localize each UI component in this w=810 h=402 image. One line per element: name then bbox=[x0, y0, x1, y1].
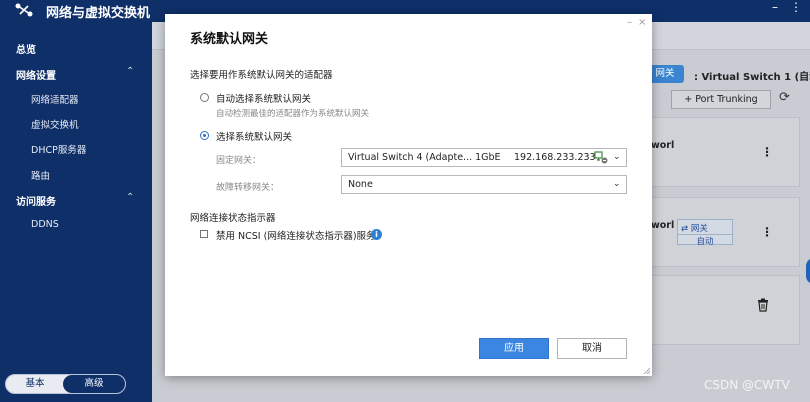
dialog-title: 系统默认网关 bbox=[190, 32, 269, 47]
sidebar-item-dhcp-server[interactable]: DHCP服务器 bbox=[31, 142, 86, 156]
auto-gateway-label: 自动选择系统默认网关 bbox=[216, 94, 312, 105]
failover-gateway-label: 故障转移网关： bbox=[216, 183, 280, 193]
info-icon[interactable]: i bbox=[371, 229, 382, 240]
chevron-down-icon: ⌄ bbox=[613, 152, 621, 162]
gateway-auto: 自动 bbox=[678, 234, 732, 247]
fixed-gateway-ip: 192.168.233.233 bbox=[514, 152, 596, 163]
adapter-card: worl ⇄ 网关 自动 ⋮ bbox=[650, 197, 800, 267]
fixed-gateway-value: Virtual Switch 4 (Adapte... 1GbE bbox=[348, 152, 501, 163]
resize-grip-icon[interactable] bbox=[642, 366, 650, 374]
more-options-icon[interactable]: ⋮ bbox=[790, 0, 802, 14]
radio-auto-gateway[interactable] bbox=[200, 93, 209, 102]
network-switch-icon bbox=[15, 3, 33, 17]
dialog-minimize-icon[interactable]: – bbox=[627, 17, 632, 28]
cancel-button[interactable]: 取消 bbox=[557, 338, 627, 359]
sidebar-item-access-services[interactable]: 访问服务 bbox=[16, 193, 56, 208]
app-title: 网络与虚拟交换机 bbox=[46, 6, 151, 21]
default-gateway-dialog: – × 系统默认网关 选择要用作系统默认网关的适配器 自动选择系统默认网关 自动… bbox=[165, 14, 652, 376]
kebab-menu-icon[interactable]: ⋮ bbox=[761, 145, 773, 159]
kebab-menu-icon[interactable]: ⋮ bbox=[761, 225, 773, 239]
manual-gateway-label: 选择系统默认网关 bbox=[216, 132, 293, 143]
sidebar-item-virtual-switch[interactable]: 虚拟交换机 bbox=[31, 117, 79, 131]
mode-advanced-button[interactable]: 高级 bbox=[63, 375, 125, 393]
sidebar: 总览 网络设置 ⌃ 网络适配器 虚拟交换机 DHCP服务器 路由 访问服务 ⌃ … bbox=[0, 22, 152, 402]
failover-gateway-select[interactable]: None ⌄ bbox=[341, 175, 627, 194]
side-handle[interactable] bbox=[806, 258, 810, 284]
port-trunking-button[interactable]: + Port Trunking bbox=[671, 90, 771, 109]
mode-basic-button[interactable]: 基本 bbox=[6, 375, 64, 393]
auto-gateway-description: 自动检测最佳的适配器作为系统默认网关 bbox=[216, 109, 370, 119]
default-gateway-summary: : Virtual Switch 1 (自动) bbox=[694, 72, 810, 83]
sidebar-item-overview[interactable]: 总览 bbox=[16, 41, 36, 56]
fixed-gateway-label: 固定网关： bbox=[216, 156, 262, 166]
sidebar-item-network-settings[interactable]: 网络设置 bbox=[16, 67, 56, 82]
disable-ncsi-label: 禁用 NCSI (网络连接状态指示器)服务 bbox=[216, 231, 376, 242]
sidebar-item-routing[interactable]: 路由 bbox=[31, 168, 50, 182]
card-title: worl bbox=[651, 220, 675, 231]
adapter-card bbox=[650, 275, 800, 345]
watermark: CSDN @CWTV bbox=[704, 378, 790, 392]
radio-manual-gateway[interactable] bbox=[200, 131, 209, 140]
sidebar-item-ddns[interactable]: DDNS bbox=[31, 219, 59, 230]
disable-ncsi-checkbox[interactable] bbox=[200, 230, 208, 238]
trash-icon[interactable] bbox=[757, 298, 769, 312]
sidebar-item-network-adapters[interactable]: 网络适配器 bbox=[31, 92, 79, 106]
refresh-icon[interactable]: ⟳ bbox=[779, 90, 790, 105]
close-icon[interactable]: × bbox=[638, 17, 646, 28]
ncsi-section-heading: 网络连接状态指示器 bbox=[190, 213, 276, 224]
adapter-card: worl ⋮ bbox=[650, 117, 800, 187]
apply-button[interactable]: 应用 bbox=[479, 338, 549, 359]
fixed-gateway-select[interactable]: Virtual Switch 4 (Adapte... 1GbE 192.168… bbox=[341, 148, 627, 167]
minimize-button[interactable]: – bbox=[772, 0, 778, 14]
mode-toggle[interactable]: 基本 高级 bbox=[5, 374, 126, 394]
adapter-section-heading: 选择要用作系统默认网关的适配器 bbox=[190, 70, 333, 81]
chevron-up-icon[interactable]: ⌃ bbox=[126, 66, 134, 77]
network-status-icon bbox=[594, 151, 608, 164]
card-title: worl bbox=[651, 140, 675, 151]
chevron-down-icon: ⌄ bbox=[613, 179, 621, 189]
failover-gateway-value: None bbox=[348, 179, 373, 190]
chevron-up-icon[interactable]: ⌃ bbox=[126, 192, 134, 203]
gateway-tag: ⇄ 网关 bbox=[681, 224, 708, 234]
gateway-badge: ⇄ 网关 自动 bbox=[677, 219, 733, 247]
